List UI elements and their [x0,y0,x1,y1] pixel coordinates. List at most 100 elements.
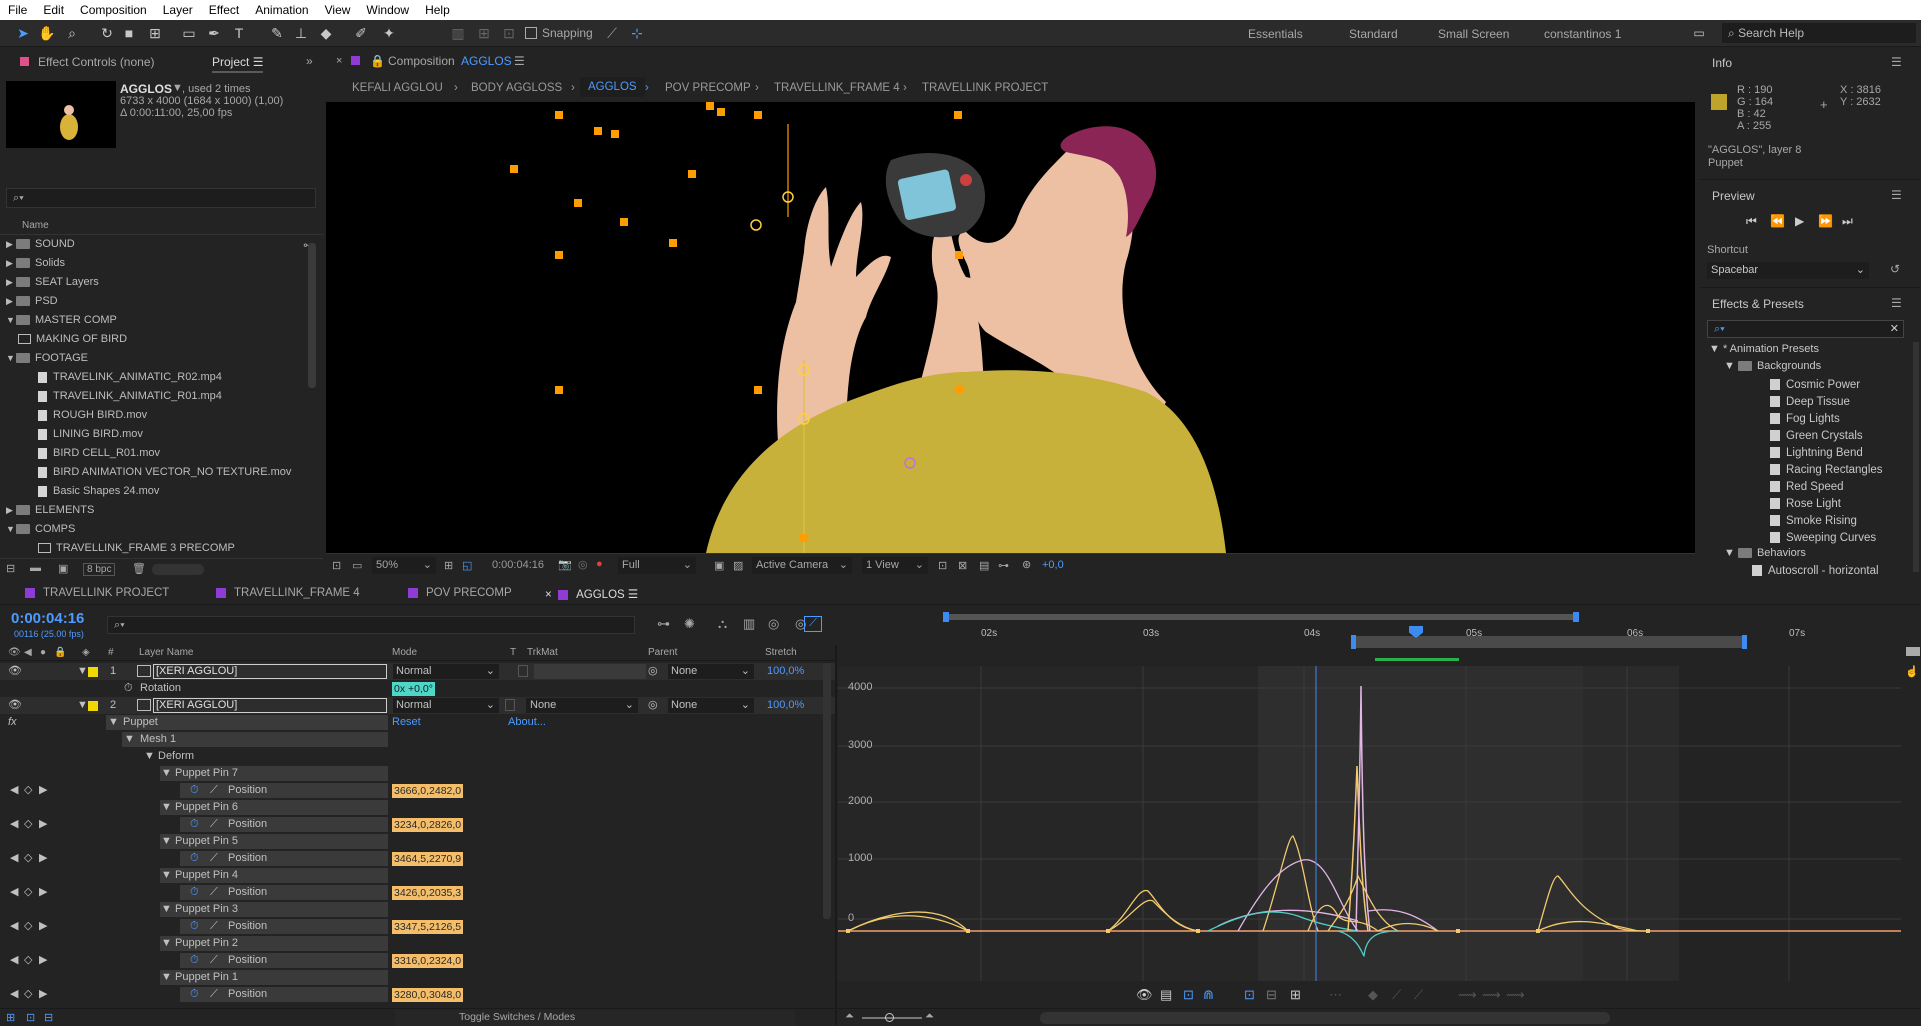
effects-scrollbar[interactable] [1913,342,1919,572]
expand-pin-icon[interactable]: ▼ [161,799,172,816]
position-value[interactable]: 3316,0,2324,0 [392,954,464,968]
auto-bezier-icon[interactable]: ⟋ [1414,987,1423,1003]
rotation-value[interactable]: 0x +0,0° [392,682,435,696]
fit-all-icon[interactable]: ⊟ [1266,987,1277,1003]
keyframe-path-point[interactable] [594,127,602,135]
hand-tool-icon[interactable]: ✋ [38,24,56,42]
resolution-dropdown[interactable]: Full ⌄ [618,557,696,574]
exposure-icon[interactable]: ⊛ [1022,558,1031,571]
effects-panel-menu-icon[interactable]: ☰ [1891,296,1902,310]
viewer-timecode[interactable]: 0:00:04:16 [492,559,544,571]
project-tab[interactable]: Project ☰ [212,51,264,73]
first-frame-icon[interactable]: ⏮ [1746,214,1757,229]
snap-icon[interactable]: ⋒ [1203,987,1214,1003]
column-name[interactable]: Name [22,220,49,231]
timeline-panel-menu-icon[interactable]: ☰ [628,589,638,601]
position-value[interactable]: 3234,0,2826,0 [392,818,464,832]
menu-file[interactable]: File [0,3,35,17]
position-value[interactable]: 3426,0,2035,3 [392,886,464,900]
last-frame-icon[interactable]: ⏭ [1842,214,1853,229]
keyframe-path-point[interactable] [574,199,582,207]
previous-frame-icon[interactable]: ⏪ [1770,214,1785,228]
preset-item[interactable]: Red Speed [1770,479,1844,496]
camera-tool-icon[interactable]: ■ [120,24,138,42]
trkmat-dropdown[interactable] [534,664,646,679]
label-color-icon[interactable] [88,701,98,711]
add-keyframe-icon[interactable]: ◇ [24,850,32,867]
stopwatch-icon[interactable]: ⏱ [190,884,199,901]
fast-preview-icon[interactable]: ⊠ [958,559,967,572]
project-search-input[interactable]: ⌕▾ [6,188,316,208]
position-value[interactable]: 3464,5,2270,9 [392,852,464,866]
horizontal-scrollbar[interactable] [1040,1012,1610,1024]
next-keyframe-icon[interactable]: ▶ [39,782,47,799]
timeline-search-input[interactable]: ⌕▾ [107,616,635,634]
timeline-current-time[interactable]: 0:00:04:16 [11,610,84,627]
keyframe-path-point[interactable] [955,251,963,259]
zoom-in-icon[interactable]: ⏶ [925,1010,934,1023]
puppet-pin-tool-icon[interactable]: ✦ [380,24,398,42]
breadcrumb-body-aggloss[interactable]: BODY AGGLOSS [471,82,562,94]
behaviors-folder[interactable]: ▼ Behaviors [1724,547,1806,559]
keyframe-path-point[interactable] [800,534,808,542]
prev-keyframe-icon[interactable]: ◀ [10,816,18,833]
close-tab-icon[interactable]: × [336,55,342,67]
expand-layer-icon[interactable]: ▼ [77,663,88,680]
zoom-tool-icon[interactable]: ⌕ [63,24,81,42]
breadcrumb-agglos[interactable]: AGGLOS [580,77,645,97]
stopwatch-icon[interactable]: ⏱ [190,850,199,867]
workspace-menu-icon[interactable]: ▭ [1690,24,1708,42]
composition-viewer[interactable] [326,102,1695,553]
preset-item[interactable]: Sweeping Curves [1770,530,1876,547]
work-area-start-handle[interactable] [943,612,949,622]
timeline-tab-agglos[interactable]: × AGGLOS ☰ [545,587,638,601]
stopwatch-icon[interactable]: ⏱ [190,918,199,935]
snap-target-icon[interactable]: ⊹ [628,24,646,42]
breadcrumb-travellink-project[interactable]: TRAVELLINK PROJECT [922,82,1048,94]
project-item[interactable]: ▶ Solids [6,254,65,273]
workspace-essentials[interactable]: Essentials [1248,27,1303,41]
next-keyframe-icon[interactable]: ▶ [39,850,47,867]
pane-divider[interactable] [835,645,837,1025]
preset-item[interactable]: Deep Tissue [1770,394,1850,411]
visibility-eye-icon[interactable]: 👁 [8,697,22,714]
animation-presets-root[interactable]: ▼ * Animation Presets [1709,343,1819,355]
fx-icon[interactable]: fx [8,714,17,731]
bit-depth-button[interactable]: 8 bpc [83,563,116,576]
expand-pin-icon[interactable]: ▼ [161,765,172,782]
visibility-eye-icon[interactable]: 👁 [8,663,22,680]
parent-dropdown[interactable]: None ⌄ [668,664,754,679]
next-keyframe-icon[interactable]: ▶ [39,918,47,935]
parent-dropdown[interactable]: None ⌄ [668,698,754,713]
stopwatch-icon[interactable]: ⏱ [190,816,199,833]
lock-icon[interactable]: 🔒 [370,54,385,68]
pen-tool-icon[interactable]: ✒ [205,24,223,42]
keyframe-path-point[interactable] [955,386,963,394]
position-value[interactable]: 3347,5,2126,5 [392,920,464,934]
project-item[interactable]: ▶ PSD [6,292,58,311]
brush-tool-icon[interactable]: ✎ [268,24,286,42]
keyframe-path-point[interactable] [555,111,563,119]
prev-keyframe-icon[interactable]: ◀ [10,918,18,935]
range-start-handle[interactable] [1351,635,1356,649]
zoomed-work-range[interactable] [1353,636,1745,648]
close-tab-icon[interactable]: × [545,589,552,601]
project-item[interactable]: ▼ MASTER COMP [6,311,117,330]
workspace-small-screen[interactable]: Small Screen [1438,27,1509,41]
breadcrumb-travellink-frame4[interactable]: TRAVELLINK_FRAME 4 [774,82,900,94]
keyframe-path-point[interactable] [754,111,762,119]
expand-pin-icon[interactable]: ▼ [161,833,172,850]
transparency-grid-icon[interactable]: ▨ [733,559,743,572]
layer-row-2[interactable]: 👁 ▼ 2 [XERI AGGLOU] Normal ⌄ None ⌄ ◎ None… [0,697,835,714]
snapping-checkbox[interactable] [525,27,537,39]
reset-link[interactable]: Reset [392,714,421,731]
snap-options-icon[interactable]: ⟋ [603,24,621,42]
transfer-controls-icon[interactable]: ⊡ [26,1011,35,1024]
breadcrumb-kefali-agglou[interactable]: KEFALI AGGLOU [352,82,443,94]
next-keyframe-icon[interactable]: ▶ [39,986,47,1003]
add-keyframe-icon[interactable]: ◇ [24,884,32,901]
prev-keyframe-icon[interactable]: ◀ [10,850,18,867]
menu-composition[interactable]: Composition [72,3,155,17]
keyframe-path-point[interactable] [510,165,518,173]
toggle-switches-modes-button[interactable]: Toggle Switches / Modes [459,1011,575,1023]
